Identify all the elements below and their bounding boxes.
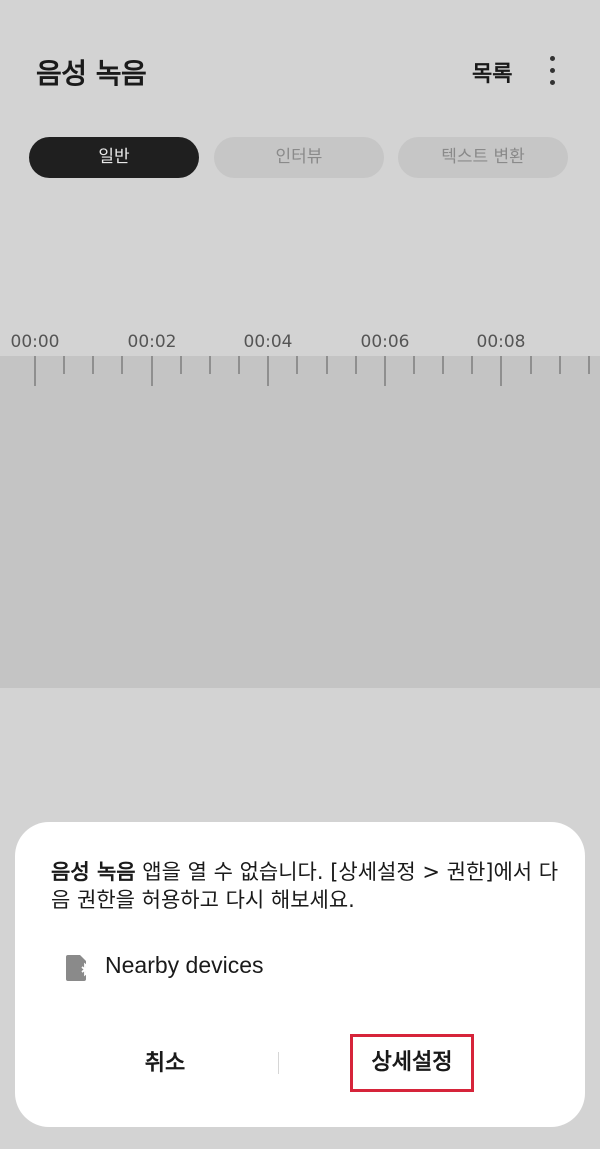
timeline-tick <box>34 356 36 386</box>
time-label: 00:04 <box>243 332 293 352</box>
settings-button[interactable]: 상세설정 <box>350 1034 474 1092</box>
permission-label: Nearby devices <box>105 952 264 978</box>
timeline-tick <box>296 356 298 374</box>
time-label: 00:06 <box>360 332 410 352</box>
timeline-tick <box>326 356 328 374</box>
timeline-tick <box>588 356 590 374</box>
button-divider <box>278 1052 279 1074</box>
timeline-tick <box>413 356 415 374</box>
timeline-tick <box>471 356 473 374</box>
mode-tabs: 일반 인터뷰 텍스트 변환 <box>0 137 600 179</box>
permission-item: Nearby devices <box>63 948 523 988</box>
list-button[interactable]: 목록 <box>472 56 512 88</box>
app-title: 음성 녹음 <box>36 57 147 90</box>
timeline-tick <box>559 356 561 374</box>
more-vertical-icon[interactable] <box>540 54 564 88</box>
tab-speech-to-text[interactable]: 텍스트 변환 <box>398 137 568 178</box>
tab-interview[interactable]: 인터뷰 <box>214 137 384 178</box>
dialog-message: 음성 녹음 앱을 열 수 없습니다. [상세설정 > 권한]에서 다음 권한을 … <box>51 858 561 914</box>
tab-normal[interactable]: 일반 <box>29 137 199 178</box>
time-label: 00:00 <box>10 332 60 352</box>
timeline-tick <box>530 356 532 374</box>
timeline-tick <box>121 356 123 374</box>
voice-recorder-screen: 음성 녹음 목록 일반 인터뷰 텍스트 변환 00:00 00:02 00:04… <box>0 0 600 1149</box>
timeline-tick <box>63 356 65 374</box>
time-label: 00:02 <box>127 332 177 352</box>
nearby-devices-icon <box>66 955 90 981</box>
timeline-tick <box>384 356 386 386</box>
timeline-tick <box>355 356 357 374</box>
timeline-tick <box>92 356 94 374</box>
app-header: 음성 녹음 목록 <box>0 0 600 140</box>
permission-dialog: 음성 녹음 앱을 열 수 없습니다. [상세설정 > 권한]에서 다음 권한을 … <box>15 822 585 1127</box>
timeline-tick <box>238 356 240 374</box>
timeline-tick <box>151 356 153 386</box>
cancel-button[interactable]: 취소 <box>75 1038 255 1090</box>
timeline-tick <box>209 356 211 374</box>
timeline-ruler: 00:00 00:02 00:04 00:06 00:08 <box>0 320 600 390</box>
timeline-tick <box>180 356 182 374</box>
timeline-tick <box>442 356 444 374</box>
waveform-area <box>0 356 600 688</box>
time-label: 00:08 <box>476 332 526 352</box>
dialog-app-name: 음성 녹음 <box>51 860 136 884</box>
timeline-tick <box>267 356 269 386</box>
timeline-tick <box>500 356 502 386</box>
